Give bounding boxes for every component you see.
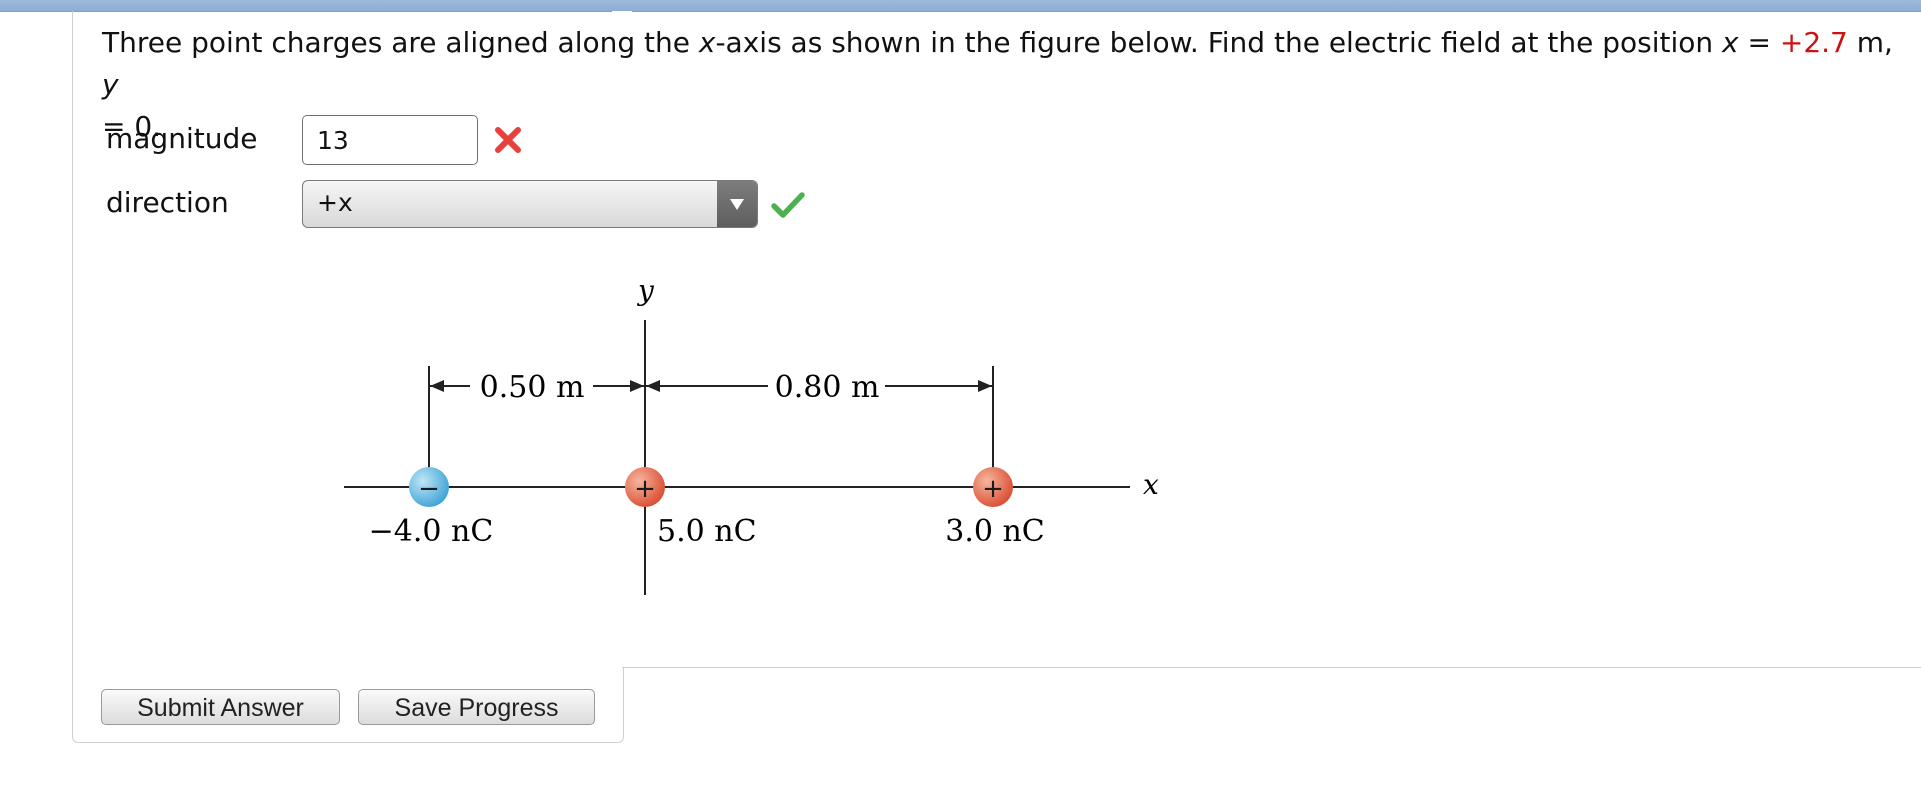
position-value: +2.7 [1779,26,1848,59]
charge-label-right: 3.0 nC [945,514,1045,549]
charge-positive-origin: + [625,467,665,507]
direction-select[interactable]: +x [302,180,758,228]
dimension-right: 0.80 m [775,370,880,405]
svg-text:−: − [418,474,440,504]
direction-label: direction [106,186,229,219]
direction-selected-value: +x [317,188,353,217]
y-axis-label: y [636,274,655,307]
svg-text:+: + [634,474,656,504]
svg-text:+: + [982,474,1004,504]
charge-label-middle: 5.0 nC [657,514,757,549]
x-axis-label: x [1143,468,1159,501]
panel-divider [622,667,1921,668]
charge-label-left: −4.0 nC [369,514,494,549]
chevron-down-icon[interactable] [717,181,757,227]
charges-diagram: x y 0.50 m 0.80 m − + + −4.0 nC 5.0 nC 3… [344,274,1159,595]
check-icon [771,192,805,218]
save-progress-button[interactable]: Save Progress [358,689,595,725]
magnitude-input[interactable] [302,115,478,165]
magnitude-label: magnitude [106,122,258,155]
charge-positive-right: + [973,467,1013,507]
submit-answer-button[interactable]: Submit Answer [101,689,340,725]
x-icon [495,127,521,153]
charge-negative: − [409,467,449,507]
dimension-left: 0.50 m [480,370,585,405]
